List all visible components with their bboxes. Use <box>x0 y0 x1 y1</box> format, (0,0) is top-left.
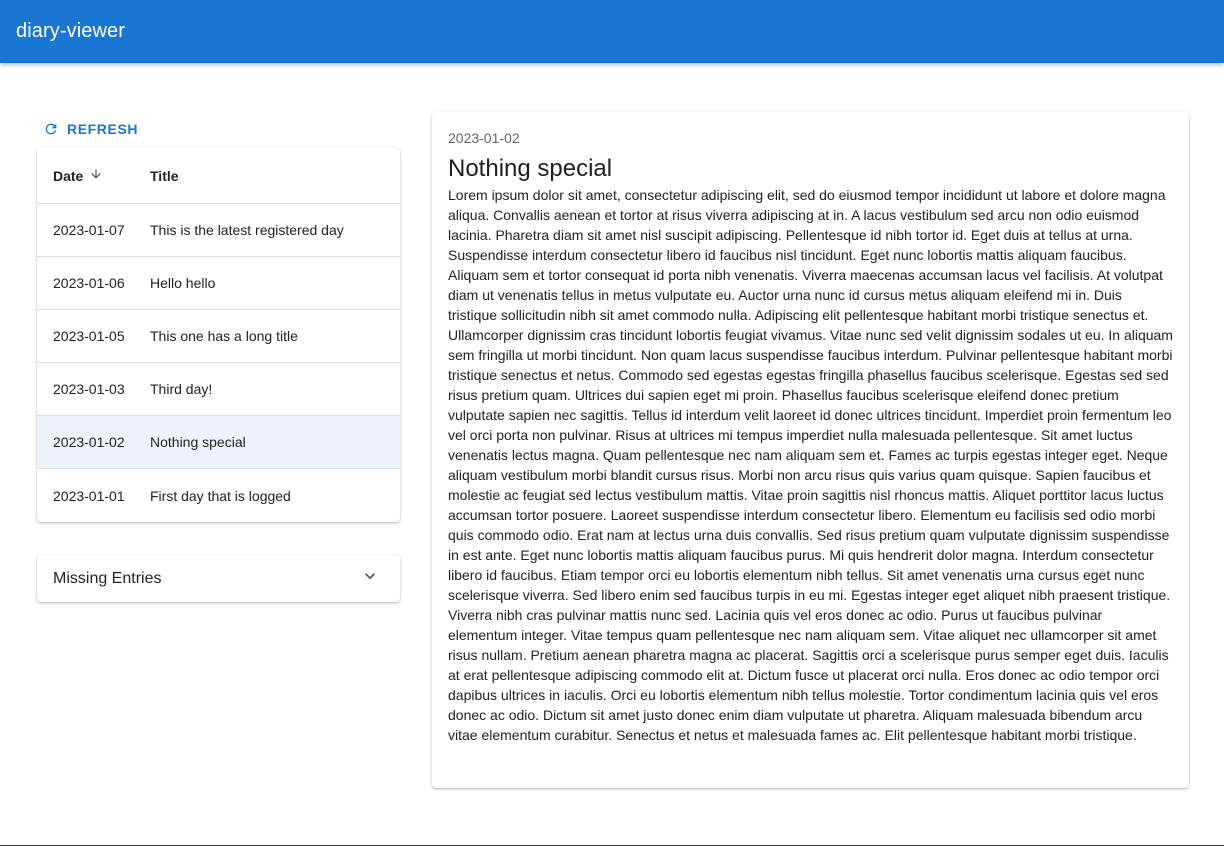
app-title: diary-viewer <box>16 20 126 42</box>
refresh-button-label: REFRESH <box>67 121 139 137</box>
app-root: diary-viewer REFRESH Date Title 2023-01-… <box>0 0 1224 846</box>
row-title: This one has a long title <box>150 328 298 344</box>
row-date: 2023-01-07 <box>53 222 125 238</box>
table-row[interactable]: 2023-01-03 Third day! <box>37 363 400 416</box>
column-header-title-label: Title <box>150 167 179 184</box>
table-row[interactable]: 2023-01-01 First day that is logged <box>37 469 400 522</box>
diary-table: Date Title 2023-01-07 This is the latest… <box>37 148 400 522</box>
table-row[interactable]: 2023-01-06 Hello hello <box>37 257 400 310</box>
table-row[interactable]: 2023-01-07 This is the latest registered… <box>37 204 400 257</box>
refresh-icon <box>43 121 59 137</box>
row-title: Hello hello <box>150 275 216 291</box>
row-title: First day that is logged <box>150 487 291 504</box>
row-title: Nothing special <box>150 434 246 450</box>
chevron-down-icon[interactable] <box>360 566 380 591</box>
entry-body: Lorem ipsum dolor sit amet, consectetur … <box>448 187 1173 743</box>
app-bar: diary-viewer <box>0 0 1224 63</box>
row-date: 2023-01-02 <box>53 434 125 450</box>
missing-entries-accordion[interactable]: Missing Entries <box>37 555 400 602</box>
entry-detail: 2023-01-02 Nothing special Lorem ipsum d… <box>432 112 1189 788</box>
table-header: Date Title <box>37 148 400 204</box>
entry-date: 2023-01-02 <box>448 130 520 146</box>
table-row-selected[interactable]: 2023-01-02 Nothing special <box>37 416 400 469</box>
table-row[interactable]: 2023-01-05 This one has a long title <box>37 310 400 363</box>
row-title: This is the latest registered day <box>150 222 344 238</box>
column-header-date[interactable]: Date <box>37 167 150 184</box>
row-date: 2023-01-03 <box>53 381 125 397</box>
arrow-down-icon[interactable] <box>89 167 103 184</box>
missing-entries-label: Missing Entries <box>53 569 162 587</box>
row-date: 2023-01-06 <box>53 275 125 291</box>
row-date: 2023-01-01 <box>53 487 125 504</box>
column-header-date-label: Date <box>53 167 84 184</box>
column-header-title[interactable]: Title <box>150 168 400 184</box>
entry-title: Nothing special <box>448 155 613 182</box>
row-date: 2023-01-05 <box>53 328 125 344</box>
row-title: Third day! <box>150 381 213 397</box>
refresh-button[interactable]: REFRESH <box>37 114 144 144</box>
